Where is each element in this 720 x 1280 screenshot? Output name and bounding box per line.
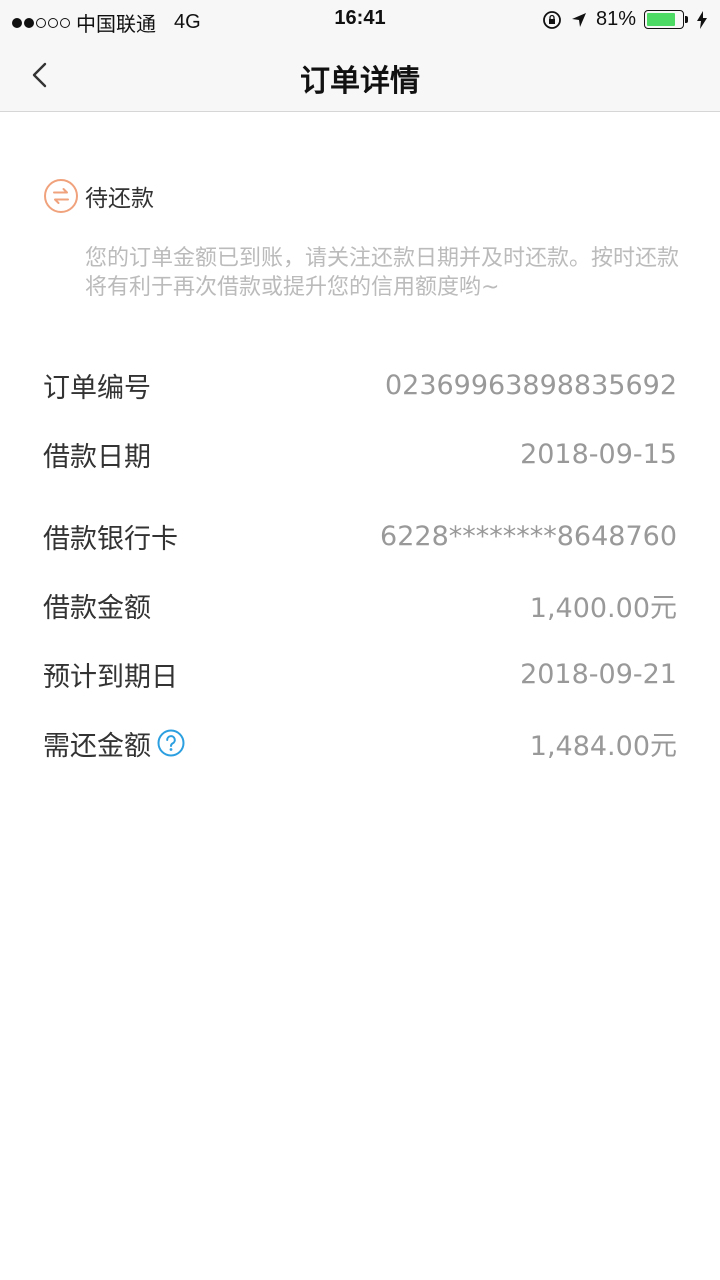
detail-value: 1,484.00元 — [529, 730, 677, 762]
detail-value: 6228********8648760 — [380, 520, 677, 552]
detail-label: 借款金额 — [43, 592, 151, 624]
detail-row-bank-card: 借款银行卡 6228********8648760 — [43, 501, 677, 571]
exchange-arrows-icon — [44, 179, 78, 213]
battery-icon — [644, 10, 688, 29]
status-notice: 您的订单金额已到账，请关注还款日期并及时还款。按时还款将有利于再次借款或提升您的… — [85, 246, 680, 300]
detail-value: 2018-09-21 — [520, 658, 677, 690]
detail-value: 02369963898835692 — [384, 369, 677, 401]
detail-row-loan-date: 借款日期 2018-09-15 — [43, 419, 677, 489]
charging-bolt-icon — [697, 10, 707, 29]
order-status: 待还款 — [43, 178, 154, 214]
rotation-lock-icon — [543, 10, 561, 29]
detail-row-order-number: 订单编号 02369963898835692 — [43, 350, 677, 420]
page-title: 订单详情 — [300, 64, 420, 99]
detail-label: 借款银行卡 — [43, 523, 178, 555]
detail-label: 需还金额 — [43, 730, 151, 762]
location-arrow-icon — [571, 12, 586, 27]
detail-value: 2018-09-15 — [520, 438, 677, 470]
status-label: 待还款 — [85, 186, 154, 212]
question-circle-icon[interactable] — [157, 729, 185, 757]
battery-percent: 81% — [595, 8, 636, 30]
detail-label-with-help: 需还金额 — [43, 724, 185, 763]
status-bar: 中国联通 4G 16:41 81% — [0, 0, 720, 38]
detail-label: 借款日期 — [43, 441, 151, 473]
status-right: 81% — [542, 8, 708, 31]
detail-value: 1,400.00元 — [529, 592, 677, 624]
detail-label: 预计到期日 — [43, 661, 178, 693]
detail-row-repay-amount: 需还金额 1,484.00元 — [43, 708, 677, 778]
detail-row-due-date: 预计到期日 2018-09-21 — [43, 639, 677, 709]
detail-label: 订单编号 — [43, 372, 151, 404]
detail-row-loan-amount: 借款金额 1,400.00元 — [43, 570, 677, 640]
nav-bar: 订单详情 — [0, 38, 720, 112]
